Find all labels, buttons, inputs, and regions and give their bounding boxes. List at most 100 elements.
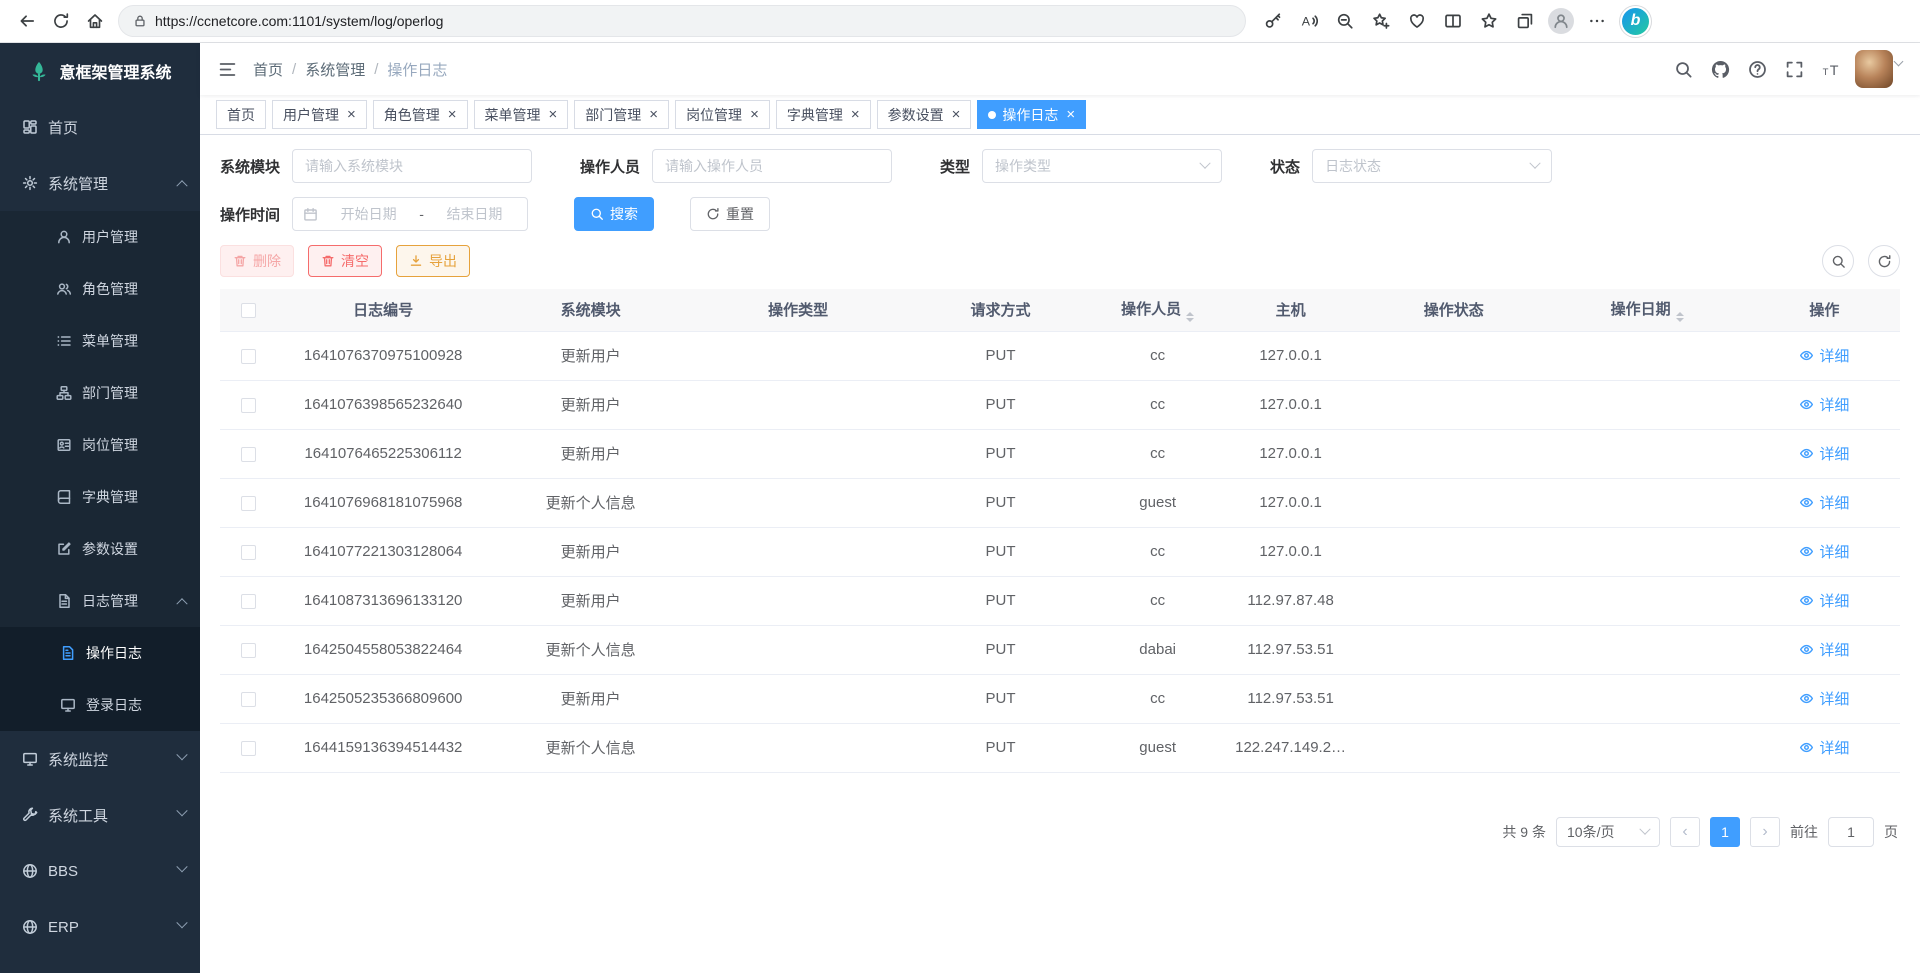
sidebar-item[interactable]: 登录日志 — [0, 679, 200, 731]
select-all-checkbox[interactable] — [241, 303, 256, 318]
eye-icon — [1799, 642, 1814, 657]
tab[interactable]: 参数设置× — [877, 100, 972, 129]
font-size-button[interactable]: TT — [1818, 56, 1844, 82]
detail-link[interactable]: 详细 — [1799, 639, 1849, 660]
close-icon[interactable]: × — [851, 107, 860, 122]
row-checkbox[interactable] — [241, 349, 256, 364]
sidebar-item[interactable]: 菜单管理 — [0, 315, 200, 367]
sidebar-item[interactable]: ERP — [0, 899, 200, 955]
header-search-button[interactable] — [1670, 56, 1696, 82]
github-button[interactable] — [1707, 56, 1733, 82]
detail-link[interactable]: 详细 — [1799, 737, 1849, 758]
hamburger-icon[interactable] — [218, 60, 237, 79]
browser-back-button[interactable] — [10, 4, 44, 38]
sidebar-item[interactable]: BBS — [0, 843, 200, 899]
toggle-search-button[interactable] — [1822, 245, 1854, 277]
refresh-table-button[interactable] — [1868, 245, 1900, 277]
copilot-icon[interactable]: b — [1622, 8, 1649, 35]
tab[interactable]: 用户管理× — [272, 100, 367, 129]
prev-page-button[interactable]: ‹ — [1670, 817, 1700, 847]
sidebar-item[interactable]: Yi框架 — [0, 955, 200, 973]
tab[interactable]: 岗位管理× — [675, 100, 770, 129]
module-input[interactable] — [292, 149, 532, 183]
sidebar-item[interactable]: 首页 — [0, 99, 200, 155]
close-icon[interactable]: × — [347, 107, 356, 122]
split-screen-button[interactable] — [1436, 4, 1470, 38]
detail-link[interactable]: 详细 — [1799, 443, 1849, 464]
next-page-button[interactable]: › — [1750, 817, 1780, 847]
browser-profile-button[interactable] — [1544, 4, 1578, 38]
sidebar-item[interactable]: 角色管理 — [0, 263, 200, 315]
close-icon[interactable]: × — [448, 107, 457, 122]
tab[interactable]: 字典管理× — [776, 100, 871, 129]
row-checkbox[interactable] — [241, 643, 256, 658]
tab[interactable]: 首页 — [216, 100, 266, 129]
date-range-picker[interactable]: 开始日期 - 结束日期 — [292, 197, 528, 231]
sidebar-item[interactable]: 用户管理 — [0, 211, 200, 263]
clear-button[interactable]: 清空 — [308, 245, 382, 277]
column-header-date[interactable]: 操作日期 — [1545, 289, 1748, 331]
type-select[interactable]: 操作类型 — [982, 149, 1222, 183]
page-jump-input[interactable] — [1828, 817, 1874, 847]
close-icon[interactable]: × — [750, 107, 759, 122]
address-bar[interactable]: https://ccnetcore.com:1101/system/log/op… — [118, 5, 1246, 37]
read-aloud-button[interactable]: A — [1292, 4, 1326, 38]
zoom-button[interactable] — [1328, 4, 1362, 38]
tab[interactable]: 角色管理× — [373, 100, 468, 129]
sidebar-item[interactable]: 操作日志 — [0, 627, 200, 679]
row-checkbox[interactable] — [241, 741, 256, 756]
detail-link[interactable]: 详细 — [1799, 345, 1849, 366]
detail-link[interactable]: 详细 — [1799, 590, 1849, 611]
sidebar-item[interactable]: 字典管理 — [0, 471, 200, 523]
sidebar-item[interactable]: 系统监控 — [0, 731, 200, 787]
sidebar-item[interactable]: 参数设置 — [0, 523, 200, 575]
gear-icon — [22, 175, 38, 191]
page-size-select[interactable]: 10条/页 — [1556, 817, 1660, 847]
sidebar-item[interactable]: 系统管理 — [0, 155, 200, 211]
row-checkbox[interactable] — [241, 545, 256, 560]
close-icon[interactable]: × — [952, 107, 961, 122]
breadcrumb-home[interactable]: 首页 — [253, 59, 283, 80]
search-button[interactable]: 搜索 — [574, 197, 654, 231]
detail-link[interactable]: 详细 — [1799, 394, 1849, 415]
close-icon[interactable]: × — [549, 107, 558, 122]
sidebar-item[interactable]: 日志管理 — [0, 575, 200, 627]
add-favorite-button[interactable] — [1364, 4, 1398, 38]
tab[interactable]: 操作日志× — [977, 100, 1086, 129]
browser-home-button[interactable] — [78, 4, 112, 38]
sidebar-item[interactable]: 岗位管理 — [0, 419, 200, 471]
row-checkbox[interactable] — [241, 398, 256, 413]
operator-input[interactable] — [652, 149, 892, 183]
reset-button[interactable]: 重置 — [690, 197, 770, 231]
detail-link[interactable]: 详细 — [1799, 492, 1849, 513]
export-button[interactable]: 导出 — [396, 245, 470, 277]
sidebar-item[interactable]: 部门管理 — [0, 367, 200, 419]
page-number-button[interactable]: 1 — [1710, 817, 1740, 847]
fullscreen-button[interactable] — [1781, 56, 1807, 82]
row-checkbox[interactable] — [241, 496, 256, 511]
detail-link[interactable]: 详细 — [1799, 688, 1849, 709]
collections-button[interactable] — [1508, 4, 1542, 38]
detail-link[interactable]: 详细 — [1799, 541, 1849, 562]
user-menu[interactable] — [1855, 50, 1902, 88]
delete-button[interactable]: 删除 — [220, 245, 294, 277]
tab[interactable]: 菜单管理× — [474, 100, 569, 129]
breadcrumb-system[interactable]: 系统管理 — [305, 59, 365, 80]
row-checkbox[interactable] — [241, 692, 256, 707]
close-icon[interactable]: × — [649, 107, 658, 122]
sort-icon[interactable] — [1186, 312, 1194, 322]
close-icon[interactable]: × — [1066, 107, 1075, 122]
row-checkbox[interactable] — [241, 594, 256, 609]
status-select[interactable]: 日志状态 — [1312, 149, 1552, 183]
password-button[interactable] — [1256, 4, 1290, 38]
favorites-button[interactable] — [1472, 4, 1506, 38]
tab[interactable]: 部门管理× — [574, 100, 669, 129]
row-checkbox[interactable] — [241, 447, 256, 462]
help-button[interactable] — [1744, 56, 1770, 82]
sidebar-item[interactable]: 系统工具 — [0, 787, 200, 843]
browser-essentials-button[interactable] — [1400, 4, 1434, 38]
browser-refresh-button[interactable] — [44, 4, 78, 38]
browser-menu-button[interactable] — [1580, 4, 1614, 38]
column-header-operator[interactable]: 操作人员 — [1096, 289, 1219, 331]
sort-icon[interactable] — [1676, 312, 1684, 322]
